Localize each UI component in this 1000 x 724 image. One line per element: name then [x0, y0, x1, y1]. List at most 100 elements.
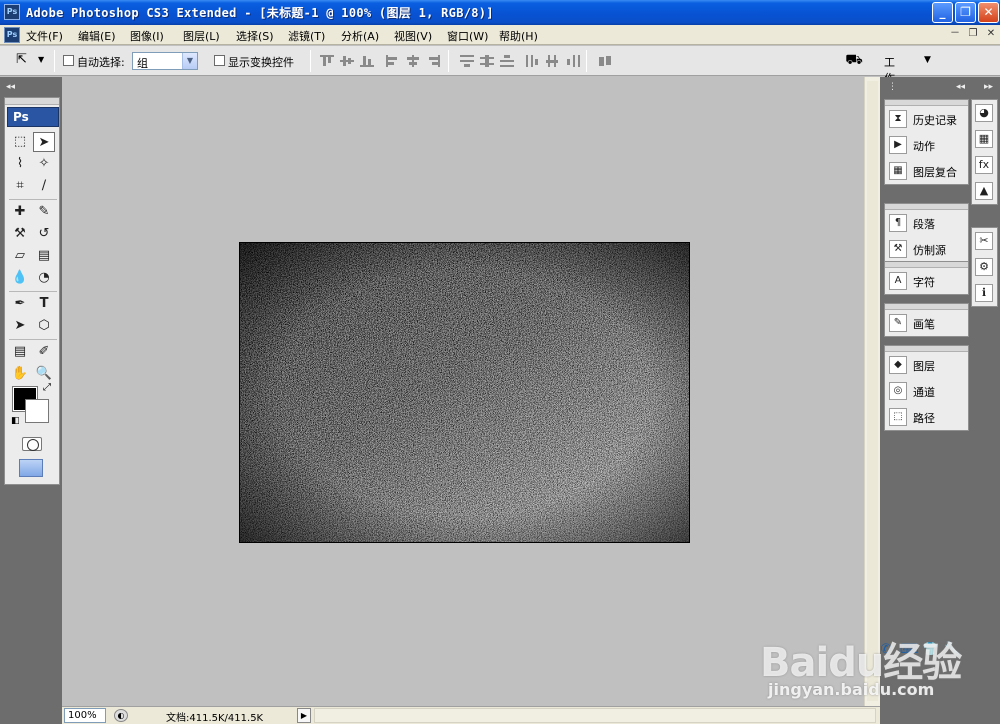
menu-select[interactable]: 选择(S) — [236, 28, 274, 44]
shape-icon: ⬡ — [38, 318, 50, 333]
align-top-icon[interactable] — [320, 55, 334, 67]
navigator-panel-button[interactable]: ◕ — [972, 100, 997, 126]
background-color-swatch[interactable] — [25, 399, 49, 423]
lasso-tool[interactable]: ⌇ — [9, 154, 31, 174]
pen-tool[interactable]: ✒ — [9, 294, 31, 314]
clone-stamp-tool[interactable]: ⚒ — [9, 224, 31, 244]
eyedropper-tool[interactable]: ✐ — [33, 342, 55, 362]
default-colors-icon[interactable]: ◧ — [11, 416, 20, 426]
align-left-icon[interactable] — [386, 55, 400, 67]
tool-presets-panel-button[interactable]: ✂ — [972, 228, 997, 254]
menu-layer[interactable]: 图层(L) — [183, 28, 220, 44]
swatches-panel-button[interactable]: ▦ — [972, 126, 997, 152]
status-menu-arrow-button[interactable]: ▶ — [297, 708, 311, 723]
collapse-arrows-icon[interactable]: ◂◂ — [956, 82, 965, 92]
histogram-panel-button[interactable]: ▲ — [972, 178, 997, 204]
distribute-bottom-icon[interactable] — [500, 55, 514, 67]
panel-tab-paragraph[interactable]: ¶ 段落 — [885, 210, 968, 236]
panel-tab-character[interactable]: A 字符 — [885, 268, 968, 294]
magic-wand-tool[interactable]: ✧ — [33, 154, 55, 174]
crop-tool[interactable]: ⌗ — [9, 176, 31, 196]
type-tool[interactable]: T — [33, 294, 55, 314]
wrench-icon[interactable]: 🔧 — [944, 642, 960, 658]
notes-tool[interactable]: ▤ — [9, 342, 31, 362]
menu-window[interactable]: 窗口(W) — [447, 28, 488, 44]
align-vcenter-icon[interactable] — [340, 55, 354, 67]
expand-arrows-icon[interactable]: ▸▸ — [984, 82, 993, 92]
panel-tab-paths[interactable]: ⬚ 路径 — [885, 404, 968, 430]
align-right-icon[interactable] — [426, 55, 440, 67]
panel-tab-layer-comps[interactable]: ▦ 图层复合 — [885, 158, 968, 184]
horizontal-scrollbar[interactable] — [314, 708, 876, 723]
auto-select-dropdown[interactable]: 组 ▼ — [132, 52, 198, 70]
chevron-down-icon: ▼ — [924, 55, 931, 65]
marquee-tool[interactable]: ⬚ — [9, 132, 31, 152]
gradient-tool[interactable]: ▤ — [33, 246, 55, 266]
align-hcenter-icon[interactable] — [406, 55, 420, 67]
panel-tab-channels[interactable]: ◎ 通道 — [885, 378, 968, 404]
info-panel-button[interactable]: ℹ — [972, 280, 997, 306]
distribute-top-icon[interactable] — [460, 55, 474, 67]
tool-separator — [9, 291, 57, 292]
dodge-tool[interactable]: ◔ — [33, 268, 55, 288]
menu-edit[interactable]: 编辑(E) — [78, 28, 116, 44]
hand-tool[interactable]: ✋ — [9, 364, 31, 384]
healing-brush-tool[interactable]: ✚ — [9, 202, 31, 222]
shape-tool[interactable]: ⬡ — [33, 316, 55, 336]
document-icon[interactable]: Ps — [4, 27, 20, 43]
zoom-tool[interactable]: 🔍 — [33, 364, 55, 384]
close-button[interactable]: ✕ — [978, 2, 999, 23]
panel-tab-actions[interactable]: ▶ 动作 — [885, 132, 968, 158]
menu-analysis[interactable]: 分析(A) — [341, 28, 379, 44]
bridge-icon[interactable]: ⛟ — [842, 52, 866, 70]
panel-tab-layers[interactable]: ◆ 图层 — [885, 352, 968, 378]
slice-tool[interactable]: ∕ — [33, 176, 55, 196]
show-transform-checkbox[interactable] — [214, 55, 225, 66]
distribute-left-icon[interactable] — [526, 55, 540, 67]
distribute-right-icon[interactable] — [566, 55, 580, 67]
move-tool[interactable]: ➤ — [33, 132, 55, 152]
distribute-vcenter-icon[interactable] — [480, 55, 494, 67]
styles-panel-button[interactable]: fx — [972, 152, 997, 178]
auto-align-layers-icon[interactable] — [598, 55, 612, 67]
eraser-tool[interactable]: ▱ — [9, 246, 31, 266]
auto-select-checkbox[interactable] — [63, 55, 74, 66]
shirt-icon[interactable]: 👕 — [922, 642, 938, 658]
panel-tab-brushes[interactable]: ✎ 画笔 — [885, 310, 968, 336]
menu-view[interactable]: 视图(V) — [394, 28, 432, 44]
vertical-scroll-track[interactable] — [867, 81, 878, 701]
menu-filter[interactable]: 滤镜(T) — [288, 28, 325, 44]
brush-tool[interactable]: ✎ — [33, 202, 55, 222]
speech-icon[interactable]: ✆ — [878, 642, 894, 658]
panel-grip[interactable] — [5, 98, 59, 105]
restore-button[interactable]: ❐ — [955, 2, 976, 23]
panel-tab-clone-source[interactable]: ⚒ 仿制源 — [885, 236, 968, 262]
history-brush-tool[interactable]: ↺ — [33, 224, 55, 244]
panel-tab-history[interactable]: ⧗ 历史记录 — [885, 106, 968, 132]
minimize-button[interactable]: _ — [932, 2, 953, 23]
panel-label: 路径 — [913, 412, 935, 425]
doc-close-button[interactable]: ✕ — [984, 28, 998, 41]
zoom-level-field[interactable]: 100% — [64, 708, 106, 723]
distribute-hcenter-icon[interactable] — [546, 55, 560, 67]
doc-minimize-button[interactable]: － — [948, 28, 962, 41]
collapse-arrows-icon[interactable]: ◂◂ — [6, 82, 15, 92]
path-selection-tool[interactable]: ➤ — [9, 316, 31, 336]
menu-help[interactable]: 帮助(H) — [499, 28, 538, 44]
status-menu-icon[interactable]: ◐ — [114, 709, 128, 722]
measurement-panel-button[interactable]: ⚙ — [972, 254, 997, 280]
swap-colors-icon[interactable]: ⤢ — [43, 382, 51, 393]
panel-grip-icon[interactable]: ⋮ — [888, 82, 897, 92]
move-tool-preset-picker[interactable]: ⇱ ▼ — [10, 52, 48, 70]
blur-tool[interactable]: 💧 — [9, 268, 31, 288]
align-bottom-icon[interactable] — [360, 55, 374, 67]
vertical-scrollbar[interactable] — [864, 77, 880, 706]
keyboard-icon[interactable]: ⌨ — [900, 642, 919, 658]
screen-mode-button[interactable] — [19, 459, 43, 477]
quick-mask-button[interactable] — [22, 437, 42, 451]
menu-image[interactable]: 图像(I) — [130, 28, 164, 44]
hand-icon: ✋ — [11, 366, 29, 381]
doc-restore-button[interactable]: ❐ — [966, 28, 980, 41]
menu-file[interactable]: 文件(F) — [26, 28, 63, 44]
document-canvas[interactable] — [239, 242, 690, 543]
